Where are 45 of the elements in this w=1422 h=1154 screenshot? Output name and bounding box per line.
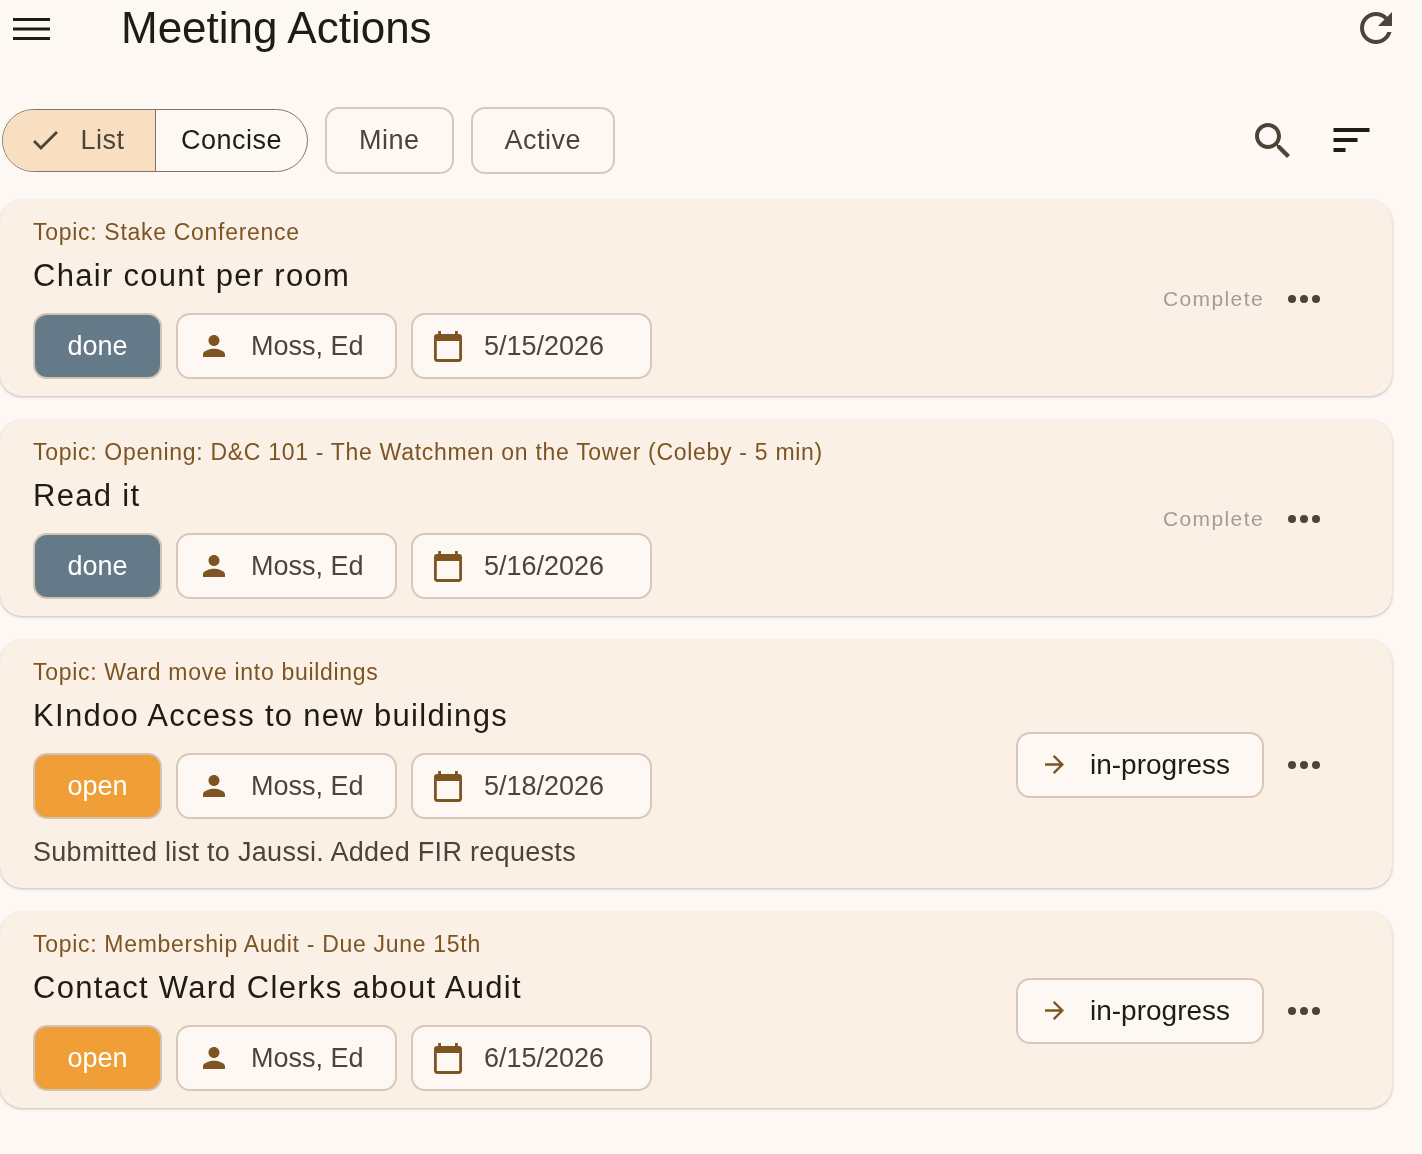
- due-date-chip[interactable]: 5/15/2026: [411, 313, 652, 379]
- filter-chip[interactable]: Active: [470, 106, 616, 174]
- filter-chip[interactable]: Mine: [325, 106, 454, 174]
- more-options-icon[interactable]: [1288, 294, 1320, 303]
- action-notes: Submitted list to Jaussi. Added FIR requests: [33, 838, 577, 866]
- action-title: Read it: [33, 478, 142, 514]
- topic-label: Topic: Membership Audit - Due June 15th: [33, 930, 482, 958]
- due-date-chip[interactable]: 5/16/2026: [411, 533, 652, 599]
- more-options-icon[interactable]: [1288, 514, 1320, 523]
- due-date-chip[interactable]: 5/18/2026: [411, 753, 652, 819]
- calendar-icon: [434, 770, 462, 802]
- assignee-chip[interactable]: Moss, Ed: [176, 1025, 397, 1091]
- more-options-icon[interactable]: [1288, 1006, 1320, 1015]
- arrow-right-icon: [1045, 1001, 1064, 1020]
- view-segment[interactable]: Concise: [155, 109, 307, 171]
- sort-icon[interactable]: [1333, 128, 1370, 152]
- calendar-icon: [434, 550, 462, 582]
- action-title: Contact Ward Clerks about Audit: [33, 970, 523, 1006]
- status-chip[interactable]: done: [33, 313, 162, 379]
- action-title: KIndoo Access to new buildings: [33, 698, 509, 734]
- status-chip[interactable]: done: [33, 533, 162, 599]
- assignee-chip[interactable]: Moss, Ed: [176, 753, 397, 819]
- assignee-chip[interactable]: Moss, Ed: [176, 313, 397, 379]
- search-icon[interactable]: [1255, 122, 1290, 158]
- assignee-chip[interactable]: Moss, Ed: [176, 533, 397, 599]
- topic-label: Topic: Stake Conference: [33, 218, 301, 246]
- refresh-icon[interactable]: [1360, 12, 1392, 44]
- action-title: Chair count per room: [33, 258, 352, 294]
- person-icon: [203, 1047, 225, 1069]
- next-status-button[interactable]: in-progress: [1016, 731, 1264, 798]
- check-icon: [33, 130, 59, 150]
- person-icon: [203, 775, 225, 797]
- person-icon: [203, 335, 225, 357]
- topic-label: Topic: Ward move into buildings: [33, 658, 380, 686]
- page-title: Meeting Actions: [121, 2, 432, 54]
- next-status-button[interactable]: in-progress: [1016, 977, 1264, 1044]
- topic-label: Topic: Opening: D&C 101 - The Watchmen on the Tower (Coleby - 5 min): [33, 438, 824, 466]
- calendar-icon: [434, 1042, 462, 1074]
- more-options-icon[interactable]: [1288, 760, 1320, 769]
- arrow-right-icon: [1045, 755, 1064, 774]
- calendar-icon: [434, 330, 462, 362]
- menu-icon[interactable]: [13, 18, 50, 40]
- view-segment[interactable]: List: [3, 109, 155, 171]
- person-icon: [203, 555, 225, 577]
- due-date-chip[interactable]: 6/15/2026: [411, 1025, 652, 1091]
